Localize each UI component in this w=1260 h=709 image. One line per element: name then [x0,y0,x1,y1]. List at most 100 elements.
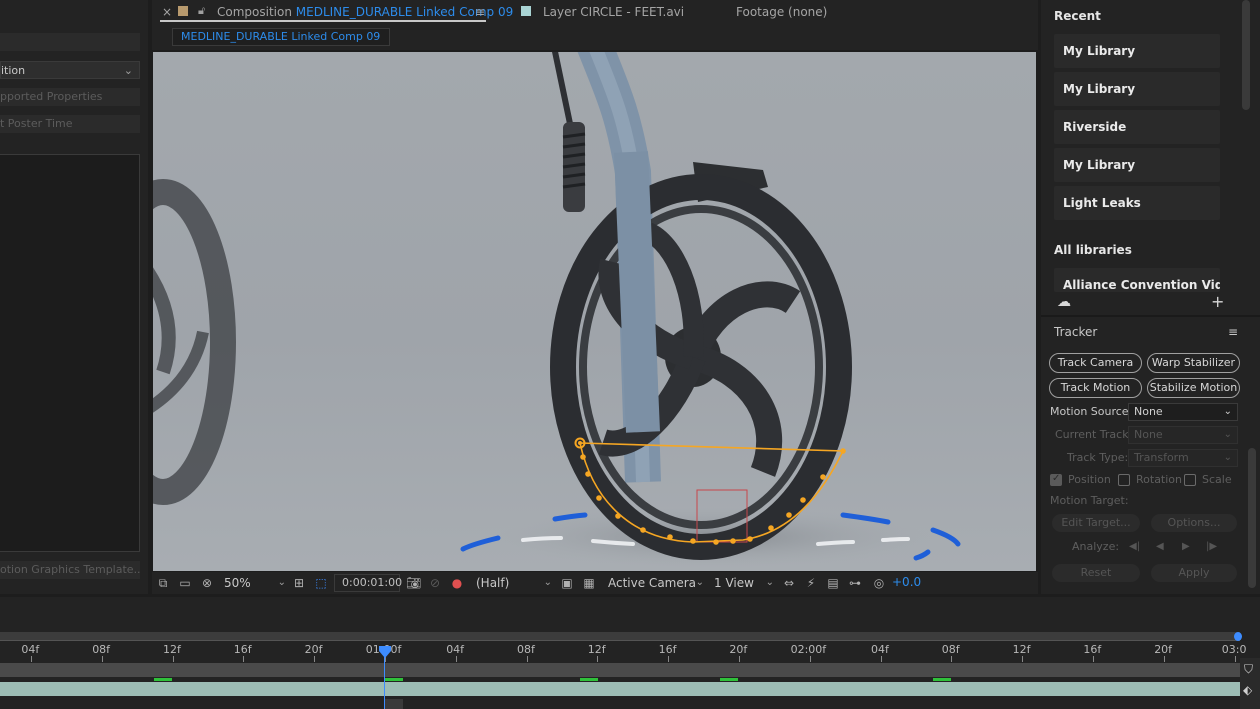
timeline-tick-label: 04f [446,643,465,656]
show-snapshot-icon[interactable]: ⊘ [428,576,442,590]
position-checkbox[interactable] [1050,473,1062,486]
poster-time-row[interactable]: t Poster Time [0,115,140,133]
supported-properties-row[interactable]: pported Properties [0,88,140,106]
composition-breadcrumb[interactable]: MEDLINE_DURABLE Linked Comp 09 [172,28,390,46]
mask-visibility-icon[interactable]: ⊗ [200,576,214,590]
chevron-down-icon: ⌄ [1223,429,1232,440]
timeline-icon[interactable]: ▤ [826,576,840,590]
timeline-tick-label: 08f [92,643,111,656]
timeline-tick [243,656,245,662]
timeline-tick-label: 16f [658,643,677,656]
work-area-end-handle[interactable] [1234,632,1242,641]
scale-checkbox[interactable] [1184,474,1196,486]
library-item[interactable]: Riverside [1054,110,1220,144]
keyframe-marker[interactable] [385,678,403,681]
motion-source-dropdown[interactable]: None ⌄ [1128,403,1238,421]
timeline-tick-label: 16f [1083,643,1102,656]
tab-composition-prefix: Composition [217,5,292,19]
rotation-checkbox[interactable] [1118,474,1130,486]
tab-footage[interactable]: Footage (none) [736,5,827,19]
timecode-field[interactable]: 0:00:01:00 [334,574,402,592]
all-libraries-header: All libraries [1054,243,1132,257]
always-preview-icon[interactable]: ⧉ [156,576,170,590]
keyframe-marker[interactable] [933,678,951,681]
library-item[interactable]: My Library [1054,34,1220,68]
track-motion-button[interactable]: Track Motion [1049,378,1142,398]
reset-button[interactable]: Reset [1052,564,1140,582]
timeline-tick-label: 08f [941,643,960,656]
analyze-forward-icon[interactable]: ▶ [1182,541,1190,552]
timeline-tick [31,656,32,662]
layer-end-icon[interactable]: ⬖ [1243,683,1252,697]
timeline-tick [172,656,174,662]
region-of-interest-icon[interactable]: ▣ [560,576,574,590]
options-button[interactable]: Options... [1151,514,1237,532]
timeline-track-row[interactable] [0,663,1240,677]
tab-composition[interactable]: Composition MEDLINE_DURABLE Linked Comp … [217,5,513,19]
analyze-forward-one-icon[interactable]: |▶ [1206,541,1217,552]
analyze-back-one-icon[interactable]: ◀| [1129,541,1140,552]
view-layout-value: 1 View [714,576,754,590]
grid-icon[interactable]: ⊞ [292,576,306,590]
library-item[interactable]: Alliance Convention Video Ar... [1054,268,1220,292]
track-type-dropdown[interactable]: Transform ⌄ [1128,449,1238,467]
timeline-tick-label: 20f [304,643,323,656]
timeline-tick-label: 04f [871,643,889,656]
cloud-icon[interactable]: ☁ [1057,294,1071,310]
current-track-dropdown[interactable]: None ⌄ [1128,426,1238,444]
motion-graphics-template-row[interactable]: otion Graphics Template... [0,561,140,579]
mask-outline-icon[interactable]: ⬚ [314,576,328,590]
tracker-menu-icon[interactable]: ≡ [1228,325,1238,339]
transparency-grid-icon[interactable]: ▦ [582,576,596,590]
edit-target-button[interactable]: Edit Target... [1052,514,1140,532]
composition-viewer[interactable] [153,52,1036,571]
fast-previews-icon[interactable]: ⚡︎ [804,576,818,590]
apply-button[interactable]: Apply [1151,564,1237,582]
warp-stabilizer-button[interactable]: Warp Stabilizer [1147,353,1240,373]
left-panel-select[interactable]: ition ⌄ [0,61,140,79]
keyframe-marker[interactable] [720,678,738,681]
playhead-line[interactable] [384,650,385,709]
monitor-icon[interactable]: ▭ [178,576,192,590]
library-item[interactable]: My Library [1054,72,1220,106]
tab-layer[interactable]: Layer CIRCLE - FEET.avi [543,5,684,19]
view-layout-dropdown[interactable]: 1 View ⌄ [714,574,774,592]
channels-icon[interactable]: ● [450,576,464,590]
lock-icon[interactable]: 🔓︎ [198,4,205,18]
add-icon[interactable]: + [1211,292,1224,311]
exposure-value[interactable]: +0.0 [892,575,921,589]
toggle-pixel-aspect-icon[interactable]: ⇔ [782,576,796,590]
libraries-scrollbar[interactable] [1242,0,1250,110]
layer-duration-bar[interactable] [0,682,1240,696]
resolution-dropdown[interactable]: (Half) ⌄ [476,574,552,592]
analyze-backward-icon[interactable]: ◀ [1156,541,1164,552]
comp-color-swatch-icon [178,6,188,16]
zoom-dropdown[interactable]: 50% ⌄ [224,574,286,592]
scale-label: Scale [1202,473,1232,486]
work-area-bar[interactable] [0,632,1240,641]
camera-dropdown[interactable]: Active Camera ⌄ [608,574,704,592]
work-area-end-icon[interactable]: ⛉ [1244,662,1253,677]
reset-exposure-icon[interactable]: ◎ [872,576,886,590]
chevron-down-icon: ⌄ [277,577,286,588]
stabilize-motion-button[interactable]: Stabilize Motion [1147,378,1240,398]
library-item[interactable]: Light Leaks [1054,186,1220,220]
timeline-tick [1093,656,1094,662]
tab-close-button[interactable]: × [162,5,172,19]
keyframe-marker[interactable] [154,678,172,681]
track-camera-button[interactable]: Track Camera [1049,353,1142,373]
chevron-down-icon: ⌄ [1223,452,1232,463]
tracker-scrollbar[interactable] [1248,448,1256,588]
keyframe-marker[interactable] [580,678,598,681]
timeline-tick [597,656,599,662]
library-item[interactable]: My Library [1054,148,1220,182]
motion-source-label: Motion Source: [1050,405,1133,418]
snapshot-icon[interactable]: 📷︎ [406,576,421,590]
tab-menu-icon[interactable]: ≡ [475,5,485,19]
playhead-handle-icon[interactable] [379,646,391,658]
timeline-tick [1022,656,1024,662]
playhead-footer [385,699,403,709]
motion-target-label: Motion Target: [1050,494,1129,507]
flowchart-icon[interactable]: ⊶ [848,576,862,590]
active-tab-underline [160,20,486,22]
